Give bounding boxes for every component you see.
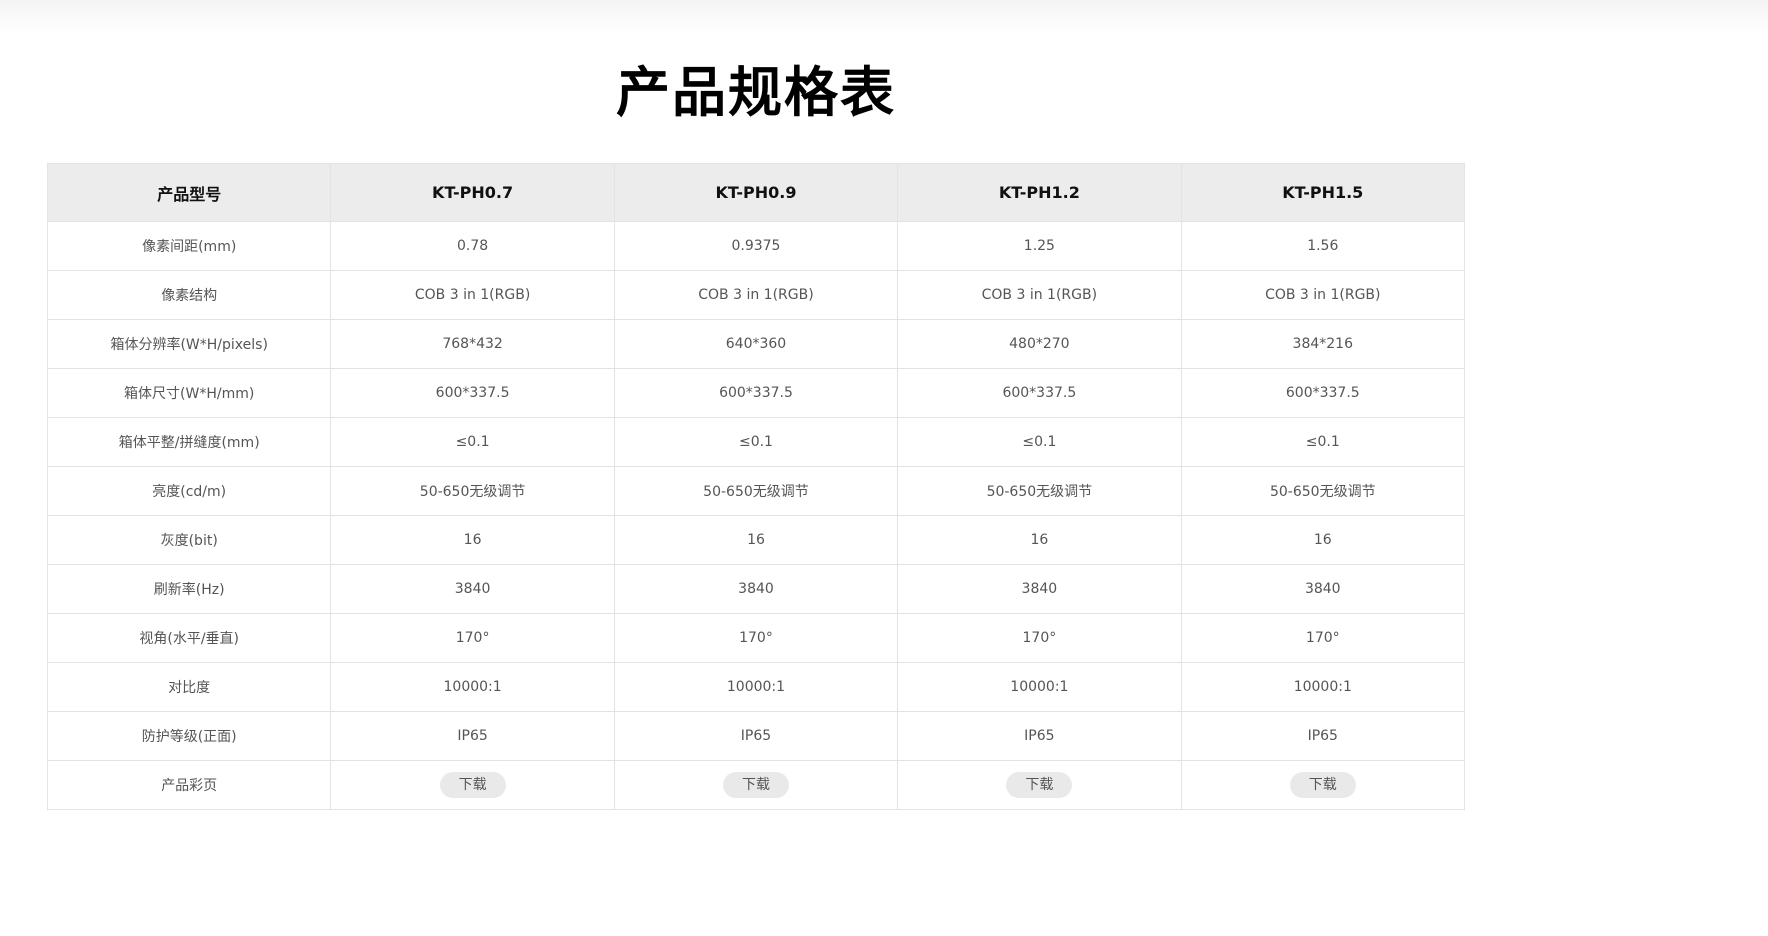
table-cell: 600*337.5 bbox=[613, 368, 899, 418]
table-cell: COB 3 in 1(RGB) bbox=[330, 270, 615, 320]
row-label: 箱体平整/拼缝度(mm) bbox=[46, 417, 332, 467]
table-cell: 3840 bbox=[1180, 564, 1466, 614]
table-cell: IP65 bbox=[330, 711, 615, 761]
table-cell: 下载 bbox=[613, 760, 899, 810]
download-button-kt-ph0-9[interactable]: 下载 bbox=[722, 772, 789, 798]
table-row: 箱体平整/拼缝度(mm) ≤0.1 ≤0.1 ≤0.1 ≤0.1 bbox=[46, 417, 1466, 467]
table-cell: 170° bbox=[1180, 613, 1466, 663]
page-title: 产品规格表 bbox=[616, 61, 896, 124]
table-cell: 10000:1 bbox=[1180, 662, 1466, 712]
header-cell-kt-ph1-2: KT-PH1.2 bbox=[897, 163, 1182, 222]
header-cell-kt-ph0-9: KT-PH0.9 bbox=[613, 163, 899, 222]
table-cell: 170° bbox=[897, 613, 1182, 663]
spec-table: 产品型号 KT-PH0.7 KT-PH0.9 KT-PH1.2 KT-PH1.5… bbox=[46, 163, 1466, 810]
table-cell: ≤0.1 bbox=[1180, 417, 1466, 467]
table-cell: 0.78 bbox=[330, 221, 615, 271]
table-cell: 50-650无级调节 bbox=[330, 466, 615, 516]
table-cell: COB 3 in 1(RGB) bbox=[1180, 270, 1466, 320]
table-row: 箱体尺寸(W*H/mm) 600*337.5 600*337.5 600*337… bbox=[46, 368, 1466, 418]
table-cell: 50-650无级调节 bbox=[897, 466, 1182, 516]
table-cell: 3840 bbox=[330, 564, 615, 614]
table-row-brochure: 产品彩页 下载 下载 下载 下载 bbox=[46, 760, 1466, 810]
row-label: 箱体尺寸(W*H/mm) bbox=[46, 368, 332, 418]
table-cell: 下载 bbox=[330, 760, 615, 810]
table-row: 视角(水平/垂直) 170° 170° 170° 170° bbox=[46, 613, 1466, 663]
download-button-kt-ph0-7[interactable]: 下载 bbox=[439, 772, 506, 798]
table-cell: ≤0.1 bbox=[613, 417, 899, 467]
table-cell: 0.9375 bbox=[613, 221, 899, 271]
table-row: 对比度 10000:1 10000:1 10000:1 10000:1 bbox=[46, 662, 1466, 712]
table-row: 亮度(cd/m) 50-650无级调节 50-650无级调节 50-650无级调… bbox=[46, 466, 1466, 516]
table-cell: 10000:1 bbox=[897, 662, 1182, 712]
table-cell: 1.56 bbox=[1180, 221, 1466, 271]
table-cell: 下载 bbox=[897, 760, 1182, 810]
row-label: 亮度(cd/m) bbox=[46, 466, 332, 516]
row-label: 刷新率(Hz) bbox=[46, 564, 332, 614]
table-header-row: 产品型号 KT-PH0.7 KT-PH0.9 KT-PH1.2 KT-PH1.5 bbox=[46, 163, 1466, 222]
table-cell: 10000:1 bbox=[613, 662, 899, 712]
table-cell: 170° bbox=[613, 613, 899, 663]
row-label: 防护等级(正面) bbox=[46, 711, 332, 761]
table-cell: COB 3 in 1(RGB) bbox=[613, 270, 899, 320]
table-cell: 3840 bbox=[613, 564, 899, 614]
table-row: 灰度(bit) 16 16 16 16 bbox=[46, 515, 1466, 565]
download-button-kt-ph1-2[interactable]: 下载 bbox=[1006, 772, 1073, 798]
table-cell: 3840 bbox=[897, 564, 1182, 614]
table-cell: 170° bbox=[330, 613, 615, 663]
header-cell-model: 产品型号 bbox=[46, 163, 332, 222]
header-cell-kt-ph1-5: KT-PH1.5 bbox=[1180, 163, 1466, 222]
table-cell: 16 bbox=[1180, 515, 1466, 565]
row-label: 箱体分辨率(W*H/pixels) bbox=[46, 319, 332, 369]
table-cell: 10000:1 bbox=[330, 662, 615, 712]
table-cell: 1.25 bbox=[897, 221, 1182, 271]
table-cell: 50-650无级调节 bbox=[613, 466, 899, 516]
table-row: 刷新率(Hz) 3840 3840 3840 3840 bbox=[46, 564, 1466, 614]
table-cell: 768*432 bbox=[330, 319, 615, 369]
table-cell: IP65 bbox=[1180, 711, 1466, 761]
row-label: 像素结构 bbox=[46, 270, 332, 320]
table-cell: IP65 bbox=[897, 711, 1182, 761]
table-row: 像素结构 COB 3 in 1(RGB) COB 3 in 1(RGB) COB… bbox=[46, 270, 1466, 320]
table-cell: 16 bbox=[897, 515, 1182, 565]
download-button-kt-ph1-5[interactable]: 下载 bbox=[1289, 772, 1356, 798]
table-cell: 16 bbox=[330, 515, 615, 565]
table-row: 像素间距(mm) 0.78 0.9375 1.25 1.56 bbox=[46, 221, 1466, 271]
table-cell: 480*270 bbox=[897, 319, 1182, 369]
header-cell-kt-ph0-7: KT-PH0.7 bbox=[330, 163, 615, 222]
table-cell: 下载 bbox=[1180, 760, 1466, 810]
table-cell: COB 3 in 1(RGB) bbox=[897, 270, 1182, 320]
table-cell: 16 bbox=[613, 515, 899, 565]
row-label: 视角(水平/垂直) bbox=[46, 613, 332, 663]
row-label: 对比度 bbox=[46, 662, 332, 712]
table-row: 箱体分辨率(W*H/pixels) 768*432 640*360 480*27… bbox=[46, 319, 1466, 369]
table-cell: 50-650无级调节 bbox=[1180, 466, 1466, 516]
table-cell: 600*337.5 bbox=[897, 368, 1182, 418]
row-label: 灰度(bit) bbox=[46, 515, 332, 565]
row-label: 像素间距(mm) bbox=[46, 221, 332, 271]
table-cell: 600*337.5 bbox=[330, 368, 615, 418]
table-row: 防护等级(正面) IP65 IP65 IP65 IP65 bbox=[46, 711, 1466, 761]
top-bar bbox=[0, 0, 1768, 34]
table-cell: ≤0.1 bbox=[330, 417, 615, 467]
table-cell: 384*216 bbox=[1180, 319, 1466, 369]
table-cell: IP65 bbox=[613, 711, 899, 761]
table-cell: 600*337.5 bbox=[1180, 368, 1466, 418]
table-cell: 640*360 bbox=[613, 319, 899, 369]
table-cell: ≤0.1 bbox=[897, 417, 1182, 467]
row-label: 产品彩页 bbox=[46, 760, 332, 810]
